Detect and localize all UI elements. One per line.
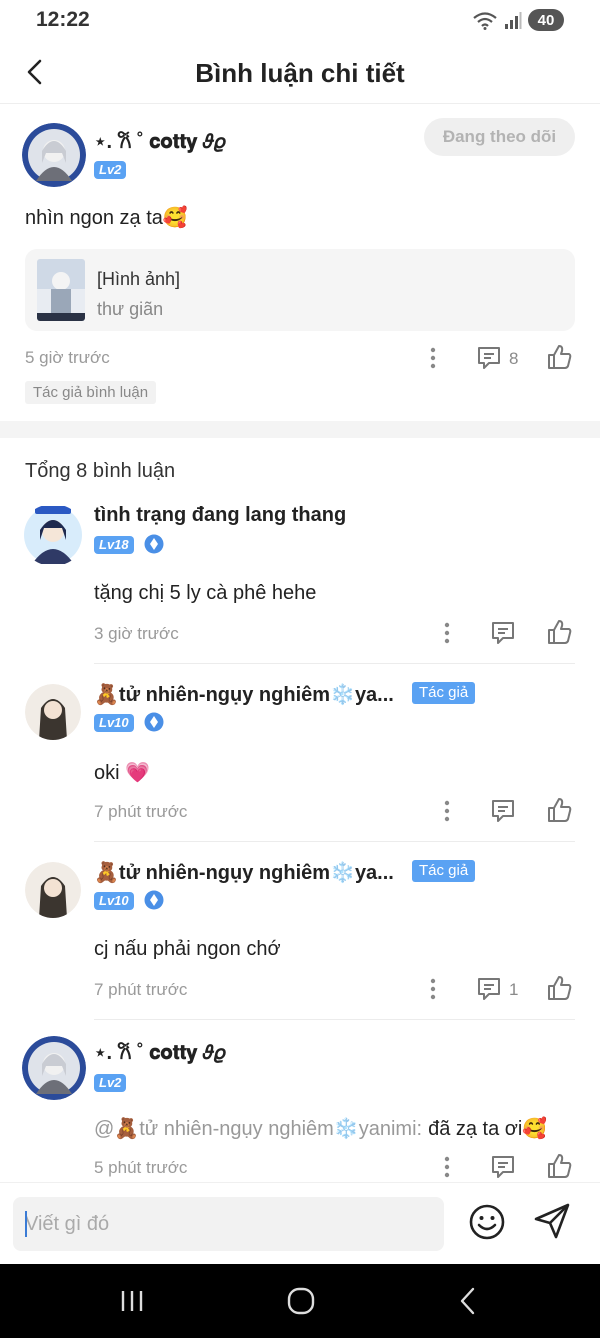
quoted-post-title: [Hình ảnh] xyxy=(97,269,181,289)
battery-indicator: 40 xyxy=(528,9,564,31)
wifi-icon xyxy=(473,12,497,30)
author-tag-badge: Tác giả xyxy=(412,860,476,882)
page-title: Bình luận chi tiết xyxy=(195,58,405,88)
reply-level-badge: Lv10 xyxy=(94,714,134,732)
system-nav-bar xyxy=(0,1264,600,1338)
diamond-badge-icon xyxy=(144,890,164,910)
author-name[interactable]: ⋆. 𐙚 ˚ 𝐜𝐨𝐭𝐭𝐲 𝜗𝜚 xyxy=(94,127,225,154)
reply-time: 7 phút trước xyxy=(94,980,188,999)
reply-comment-icon[interactable] xyxy=(490,620,516,646)
reply-text: đã zạ ta ơi🥰 xyxy=(428,1118,548,1140)
more-options-icon[interactable] xyxy=(424,345,442,371)
reply-comment-icon[interactable] xyxy=(476,976,502,1002)
more-options-icon[interactable] xyxy=(438,620,456,646)
top-bar: Bình luận chi tiết xyxy=(0,44,600,104)
like-icon[interactable] xyxy=(546,1152,573,1179)
author-level-badge: Lv2 xyxy=(94,161,127,179)
reply-text-row: @🧸tử nhiên-ngụy nghiêm❄️yanimi: đã zạ ta … xyxy=(94,1116,547,1141)
author-comment-tag: Tác giả bình luận xyxy=(25,381,157,404)
reply-avatar[interactable] xyxy=(25,684,81,740)
reply-avatar[interactable] xyxy=(20,504,86,566)
reply-time: 5 phút trước xyxy=(94,1158,188,1177)
system-back-icon[interactable] xyxy=(456,1286,480,1316)
author-avatar[interactable] xyxy=(22,123,86,187)
reply-comment-icon[interactable] xyxy=(476,345,502,371)
author-tag-badge: Tác giả xyxy=(412,682,476,704)
recent-apps-icon[interactable] xyxy=(118,1288,146,1314)
signal-icon xyxy=(505,12,522,29)
diamond-badge-icon xyxy=(144,712,164,732)
diamond-badge-icon xyxy=(144,534,164,554)
quoted-post-card[interactable]: [Hình ảnh] thư giãn xyxy=(25,249,575,331)
reply-count: 1 xyxy=(509,980,519,999)
home-icon[interactable] xyxy=(286,1286,316,1316)
reply-avatar[interactable] xyxy=(22,1036,86,1100)
reply-text: tặng chị 5 ly cà phê hehe xyxy=(94,582,317,604)
reply-level-badge: Lv10 xyxy=(94,892,134,910)
reply-item: tình trạng đang lang thang Lv18 tặng chị… xyxy=(0,500,600,664)
reply-author-name[interactable]: tình trạng đang lang thang xyxy=(94,504,346,527)
comment-input-bar xyxy=(0,1182,600,1264)
more-options-icon[interactable] xyxy=(438,798,456,824)
status-bar: 12:22 40 xyxy=(0,0,600,44)
reply-author-name[interactable]: 🧸tử nhiên-ngụy nghiêm❄️ya... xyxy=(94,682,394,707)
more-options-icon[interactable] xyxy=(424,976,442,1002)
reply-item: 🧸tử nhiên-ngụy nghiêm❄️ya... Tác giả Lv1… xyxy=(0,842,600,1020)
reply-comment-icon[interactable] xyxy=(490,1154,516,1180)
reply-text: oki 💗 xyxy=(94,762,151,784)
reply-author-name[interactable]: 🧸tử nhiên-ngụy nghiêm❄️ya... xyxy=(94,860,394,885)
like-icon[interactable] xyxy=(546,796,573,823)
quoted-post-subtitle: thư giãn xyxy=(97,299,164,319)
text-caret xyxy=(25,1211,27,1237)
reply-item: 🧸tử nhiên-ngụy nghiêm❄️ya... Tác giả Lv1… xyxy=(0,664,600,842)
comment-input[interactable] xyxy=(13,1197,444,1251)
like-icon[interactable] xyxy=(546,618,573,645)
post-thumbnail xyxy=(37,259,85,321)
reply-text: cj nấu phải ngon chớ xyxy=(94,938,281,960)
reply-avatar[interactable] xyxy=(25,862,81,918)
comment-time: 5 giờ trước xyxy=(25,348,110,367)
reply-level-badge: Lv2 xyxy=(94,1074,127,1092)
reply-comment-icon[interactable] xyxy=(490,798,516,824)
like-icon[interactable] xyxy=(546,343,573,370)
following-button[interactable]: Đang theo dõi xyxy=(424,118,575,156)
reply-time: 3 giờ trước xyxy=(94,624,179,643)
reply-item: ⋆. 𐙚 ˚ 𝐜𝐨𝐭𝐭𝐲 𝜗𝜚 Lv2 @🧸tử nhiên-ngụy nghi… xyxy=(0,1020,600,1182)
send-icon[interactable] xyxy=(532,1201,572,1241)
reply-time: 7 phút trước xyxy=(94,802,188,821)
like-icon[interactable] xyxy=(546,974,573,1001)
section-separator xyxy=(0,421,600,438)
reply-count: 8 xyxy=(509,349,519,368)
reply-level-badge: Lv18 xyxy=(94,536,134,554)
total-comments-label: Tổng 8 bình luận xyxy=(25,460,176,482)
mention-link[interactable]: @🧸tử nhiên-ngụy nghiêm❄️yanimi: xyxy=(94,1118,422,1140)
more-options-icon[interactable] xyxy=(438,1154,456,1180)
reply-author-name[interactable]: ⋆. 𐙚 ˚ 𝐜𝐨𝐭𝐭𝐲 𝜗𝜚 xyxy=(94,1038,225,1065)
status-time: 12:22 xyxy=(36,8,90,31)
emoji-icon[interactable] xyxy=(468,1203,506,1241)
comment-text: nhìn ngon zạ ta🥰 xyxy=(25,207,188,229)
